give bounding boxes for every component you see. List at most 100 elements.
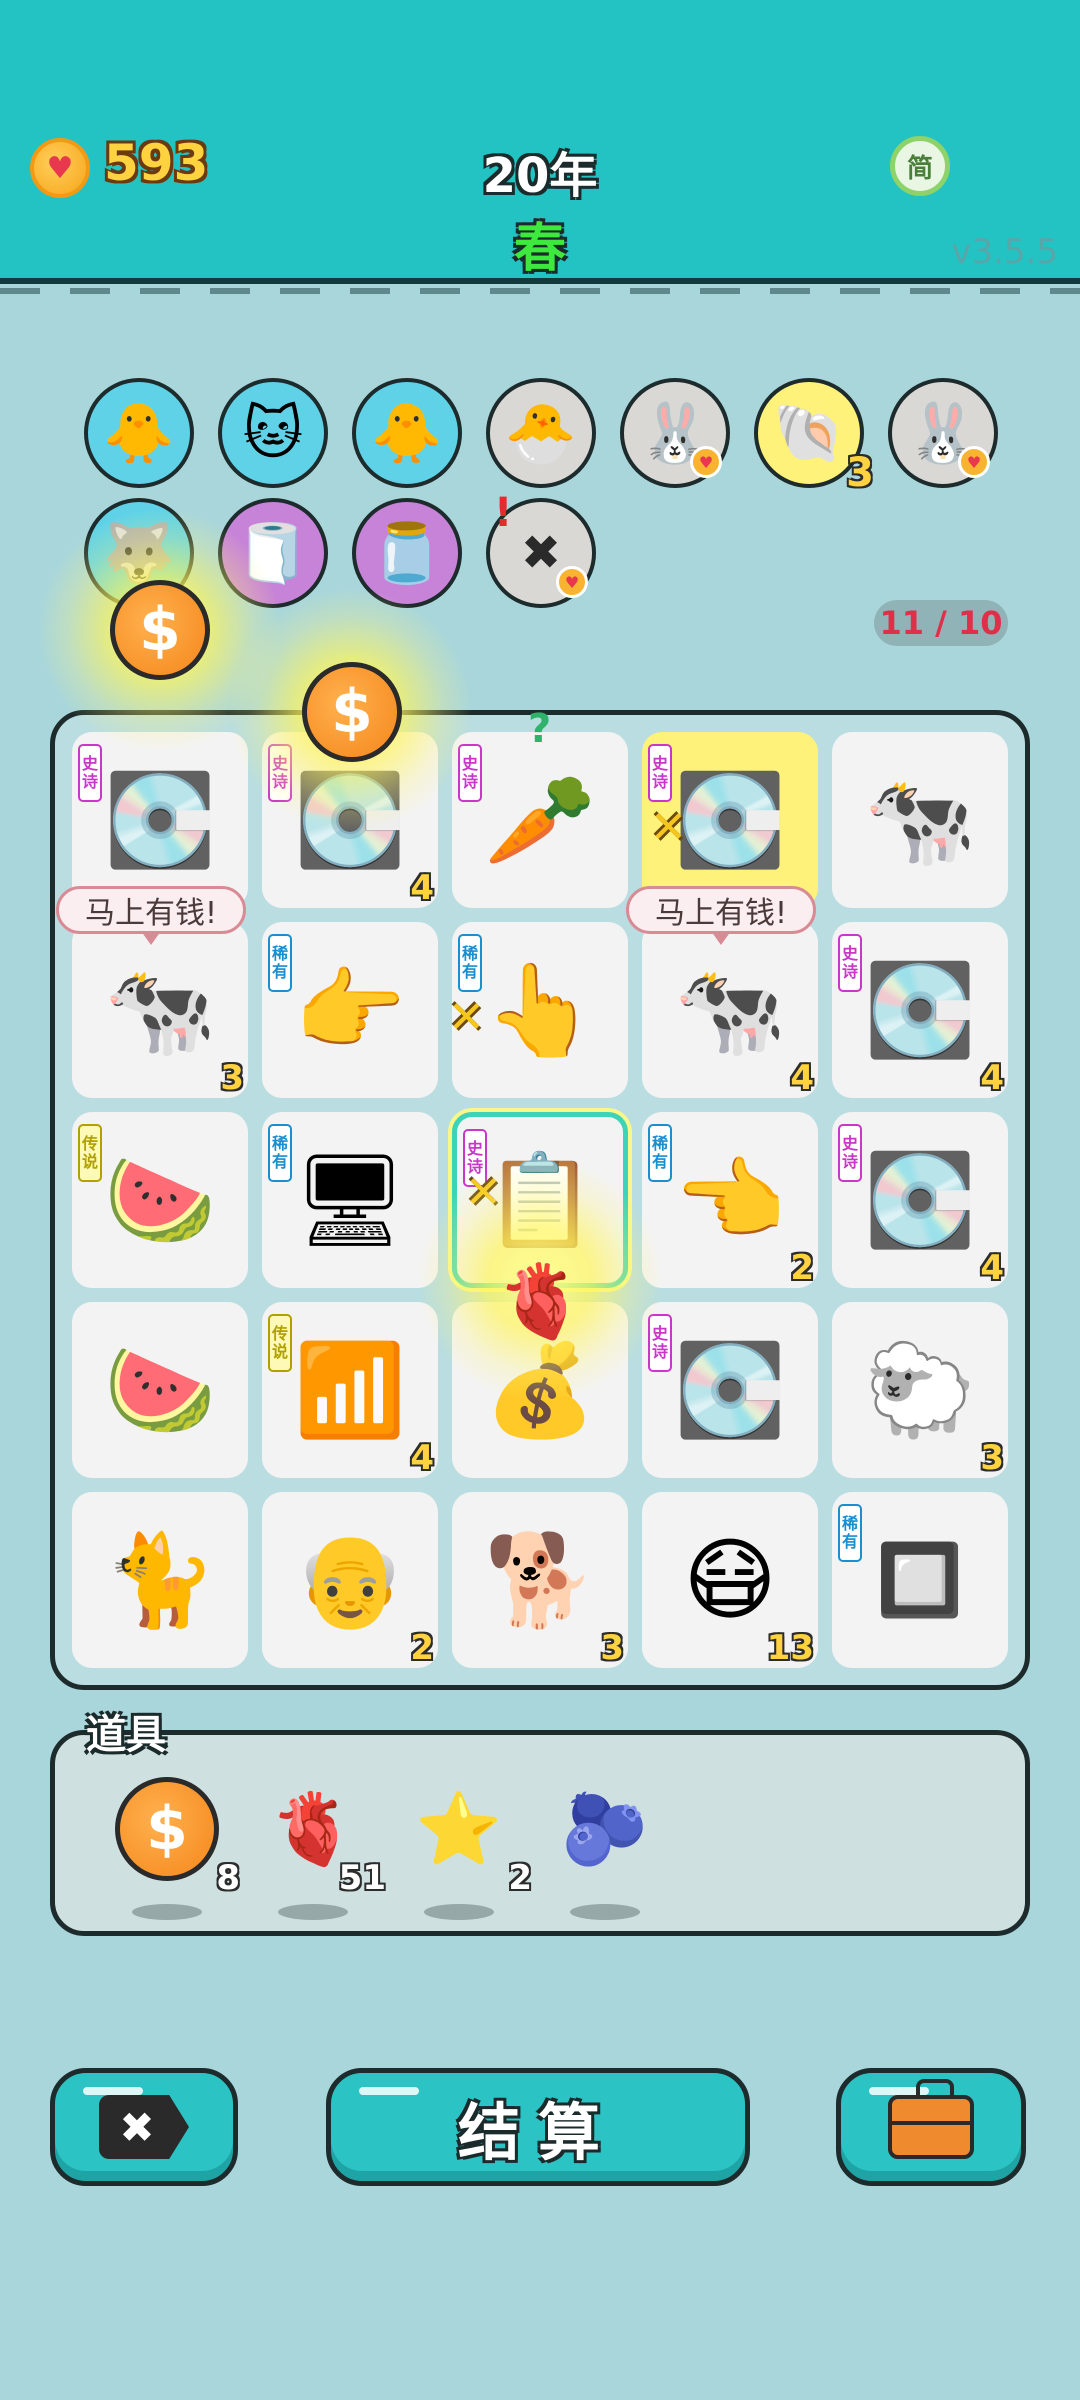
item-blueberry[interactable]: 🫐 bbox=[550, 1774, 660, 1920]
board-cell-gpu[interactable]: 💽史诗 4 bbox=[832, 1112, 1008, 1288]
pet-rabbit[interactable]: 🐰 ♥ bbox=[888, 378, 998, 488]
blueberry-icon: 🫐 bbox=[561, 1787, 649, 1870]
board-cell-gpu[interactable]: 💽 史诗 bbox=[642, 1302, 818, 1478]
board-cell-wifi[interactable]: 📶 传说 4 bbox=[262, 1302, 438, 1478]
settle-button[interactable]: 结算 bbox=[326, 2068, 750, 2186]
dollar-coin-icon: $ bbox=[302, 662, 402, 762]
pet-cats-heart[interactable]: 🐱 bbox=[218, 378, 328, 488]
item-shadow bbox=[278, 1904, 348, 1920]
heart-badge-icon: ♥ bbox=[690, 446, 722, 478]
language-button[interactable]: 简 bbox=[890, 136, 950, 196]
item-star[interactable]: ⭐ 2 bbox=[404, 1774, 532, 1920]
dog-icon: 🐕 bbox=[483, 1527, 597, 1633]
board-cell-watermelon[interactable]: 🍉 传说 bbox=[72, 1112, 248, 1288]
board-cell-gpu[interactable]: 💽史诗 4 bbox=[832, 922, 1008, 1098]
cell-count: 4 bbox=[980, 1058, 1004, 1098]
item-shadow bbox=[132, 1904, 202, 1920]
item-shadow bbox=[570, 1904, 640, 1920]
board-cell-pointing-hand[interactable]: 👆 稀有 ✕ bbox=[448, 922, 628, 1098]
cats-heart-icon: 🐱 bbox=[242, 399, 304, 467]
gpu-icon: 💽 bbox=[673, 1337, 787, 1443]
board-cell-pointing-hand[interactable]: 👈 稀有 2 bbox=[642, 1112, 818, 1288]
cell-count: 4 bbox=[790, 1058, 814, 1098]
year-label: 20年 bbox=[482, 148, 598, 204]
chick-syringe-icon: 🐥 bbox=[370, 398, 444, 467]
cpu-icon: 🔲 bbox=[876, 1538, 964, 1621]
board-cell-pointing-hand[interactable]: 👉 稀有 bbox=[262, 922, 438, 1098]
button-gloss bbox=[83, 2087, 143, 2095]
board-cell-gpu[interactable]: 💽 史诗 ✕ bbox=[642, 732, 818, 908]
cell-count: 13 bbox=[766, 1628, 814, 1668]
item-liver[interactable]: 🫀 51 bbox=[258, 1774, 386, 1920]
speech-bubble: 马上有钱! bbox=[626, 886, 817, 945]
pet-rabbit[interactable]: 🐰 ♥ bbox=[620, 378, 730, 488]
multiply-effect-icon: ✕ bbox=[650, 802, 687, 853]
rarity-tag: 稀有 bbox=[268, 934, 292, 992]
heart-coin-icon: ♥ bbox=[30, 138, 90, 198]
question-icon: ? bbox=[528, 706, 552, 752]
cell-count: 4 bbox=[410, 868, 434, 908]
board-cell-cow-girl[interactable]: 🐄 bbox=[832, 732, 1008, 908]
multiply-effect-icon: ✕ bbox=[448, 992, 485, 1043]
rarity-tag: 稀有 bbox=[458, 934, 482, 992]
gpu-icon: 💽 bbox=[103, 767, 217, 873]
item-coin[interactable]: $8 bbox=[112, 1774, 240, 1920]
cat-icon: 🐈 bbox=[103, 1527, 217, 1633]
item-shadow bbox=[424, 1904, 494, 1920]
rarity-tag: 稀有 bbox=[268, 1124, 292, 1182]
server-icon: 🖥 bbox=[292, 1147, 408, 1253]
inventory-button[interactable] bbox=[836, 2068, 1026, 2186]
sheep-icon: 🐑 bbox=[863, 1337, 977, 1443]
rarity-tag: 稀有 bbox=[838, 1504, 862, 1562]
cow-girl-icon: 🐄 bbox=[673, 957, 787, 1063]
board-cell-carrot[interactable]: 🥕 史诗? bbox=[452, 706, 628, 908]
carrot-icon: 🥕 bbox=[483, 767, 597, 873]
version-label: v3.5.5 bbox=[951, 232, 1058, 272]
cow-girl-icon: 🐄 bbox=[863, 767, 977, 873]
pet-remove-ticket[interactable]: ✖ ♥! bbox=[486, 490, 596, 608]
top-bar: ♥ 593 20年 春 简 v3.5.5 bbox=[0, 0, 1080, 284]
remove-button[interactable]: ✖ bbox=[50, 2068, 238, 2186]
masked-man-icon: 😷 bbox=[683, 1527, 777, 1633]
board-cell-sheep[interactable]: 🐑 3 bbox=[832, 1302, 1008, 1478]
pet-shell[interactable]: 🐚 3 bbox=[754, 378, 874, 496]
board-cell-old-man[interactable]: 👴 2 bbox=[262, 1492, 438, 1668]
briefcase-icon bbox=[888, 2079, 974, 2159]
pet-chick-egg[interactable]: 🐣 bbox=[486, 378, 596, 488]
pointing-hand-icon: 👉 bbox=[293, 957, 407, 1063]
board-cell-cow-girl[interactable]: 🐄 4 bbox=[642, 922, 818, 1098]
board-cell-server[interactable]: 🖥 稀有 bbox=[262, 1112, 438, 1288]
items-title: 道具 bbox=[86, 1712, 166, 1758]
board-cell-watermelon-slice[interactable]: 🍉 bbox=[72, 1302, 248, 1478]
rarity-tag: 史诗 bbox=[648, 744, 672, 802]
cell-count: 3 bbox=[600, 1628, 624, 1668]
cell-count: 4 bbox=[410, 1438, 434, 1478]
alert-icon: ! bbox=[494, 490, 513, 536]
cell-count: 2 bbox=[410, 1628, 434, 1668]
watermelon-slice-icon: 🍉 bbox=[103, 1337, 217, 1443]
chick-egg-icon: 🐣 bbox=[504, 398, 578, 467]
cell-count: 2 bbox=[790, 1248, 814, 1288]
jar-icon: 🫙 bbox=[370, 518, 444, 587]
cell-count: 3 bbox=[980, 1438, 1004, 1478]
season-label: 春 bbox=[513, 219, 566, 279]
board-cell-cow-girl[interactable]: 🐄 3 bbox=[72, 922, 248, 1098]
board-cell-dog[interactable]: 🐕 3 bbox=[452, 1492, 628, 1668]
board-cell-gpu[interactable]: 💽 史诗 bbox=[72, 732, 248, 908]
cell-count: 4 bbox=[980, 1248, 1004, 1288]
pet-chick-syringe[interactable]: 🐥 bbox=[352, 378, 462, 488]
header-divider bbox=[0, 288, 1080, 294]
item-count: 51 bbox=[338, 1858, 386, 1898]
rarity-tag: 史诗 bbox=[838, 934, 862, 992]
board-cell-cpu[interactable]: 🔲 稀有 bbox=[832, 1492, 1008, 1668]
star-icon: ⭐ bbox=[415, 1787, 503, 1870]
shell-icon: 🐚 bbox=[772, 398, 846, 467]
chick-syringe-icon: 🐥 bbox=[102, 398, 176, 467]
wifi-icon: 📶 bbox=[293, 1337, 407, 1443]
board-cell-masked-man[interactable]: 😷 13 bbox=[642, 1492, 818, 1668]
board-cell-cat[interactable]: 🐈 bbox=[72, 1492, 248, 1668]
pet-chick-syringe[interactable]: 🐥 bbox=[84, 378, 194, 488]
rarity-tag: 史诗 bbox=[78, 744, 102, 802]
button-gloss bbox=[359, 2087, 419, 2095]
rarity-tag: 稀有 bbox=[648, 1124, 672, 1182]
